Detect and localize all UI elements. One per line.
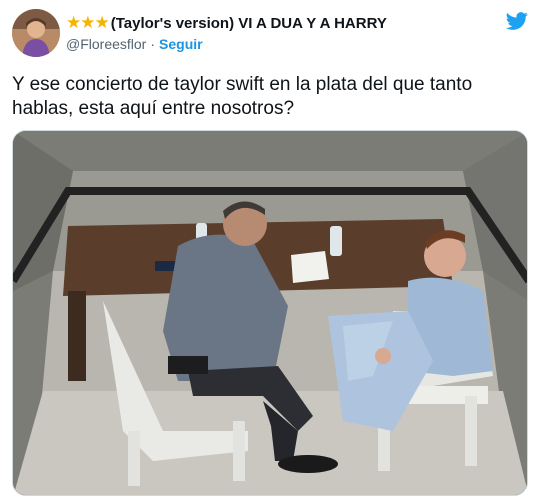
separator-dot: ·	[150, 36, 156, 52]
star-icon: ★★★	[66, 13, 110, 32]
avatar-image	[12, 9, 60, 57]
display-name[interactable]: (Taylor's version) VI A DUA Y A HARRY	[111, 15, 387, 32]
avatar[interactable]	[12, 9, 60, 57]
interrogation-room-photo	[13, 131, 527, 495]
name-row: ★★★ (Taylor's version) VI A DUA Y A HARR…	[66, 12, 486, 34]
user-handle[interactable]: @Floreesflor	[66, 36, 146, 52]
follow-button[interactable]: Seguir	[159, 36, 203, 52]
handle-row: @Floreesflor · Seguir	[66, 36, 486, 52]
tweet-card: ★★★ (Taylor's version) VI A DUA Y A HARR…	[0, 0, 542, 503]
tweet-header: ★★★ (Taylor's version) VI A DUA Y A HARR…	[66, 12, 486, 52]
tweet-text: Y ese concierto de taylor swift en la pl…	[12, 74, 473, 119]
tweet-media-image[interactable]	[12, 130, 528, 496]
twitter-bird-icon[interactable]	[505, 10, 529, 32]
